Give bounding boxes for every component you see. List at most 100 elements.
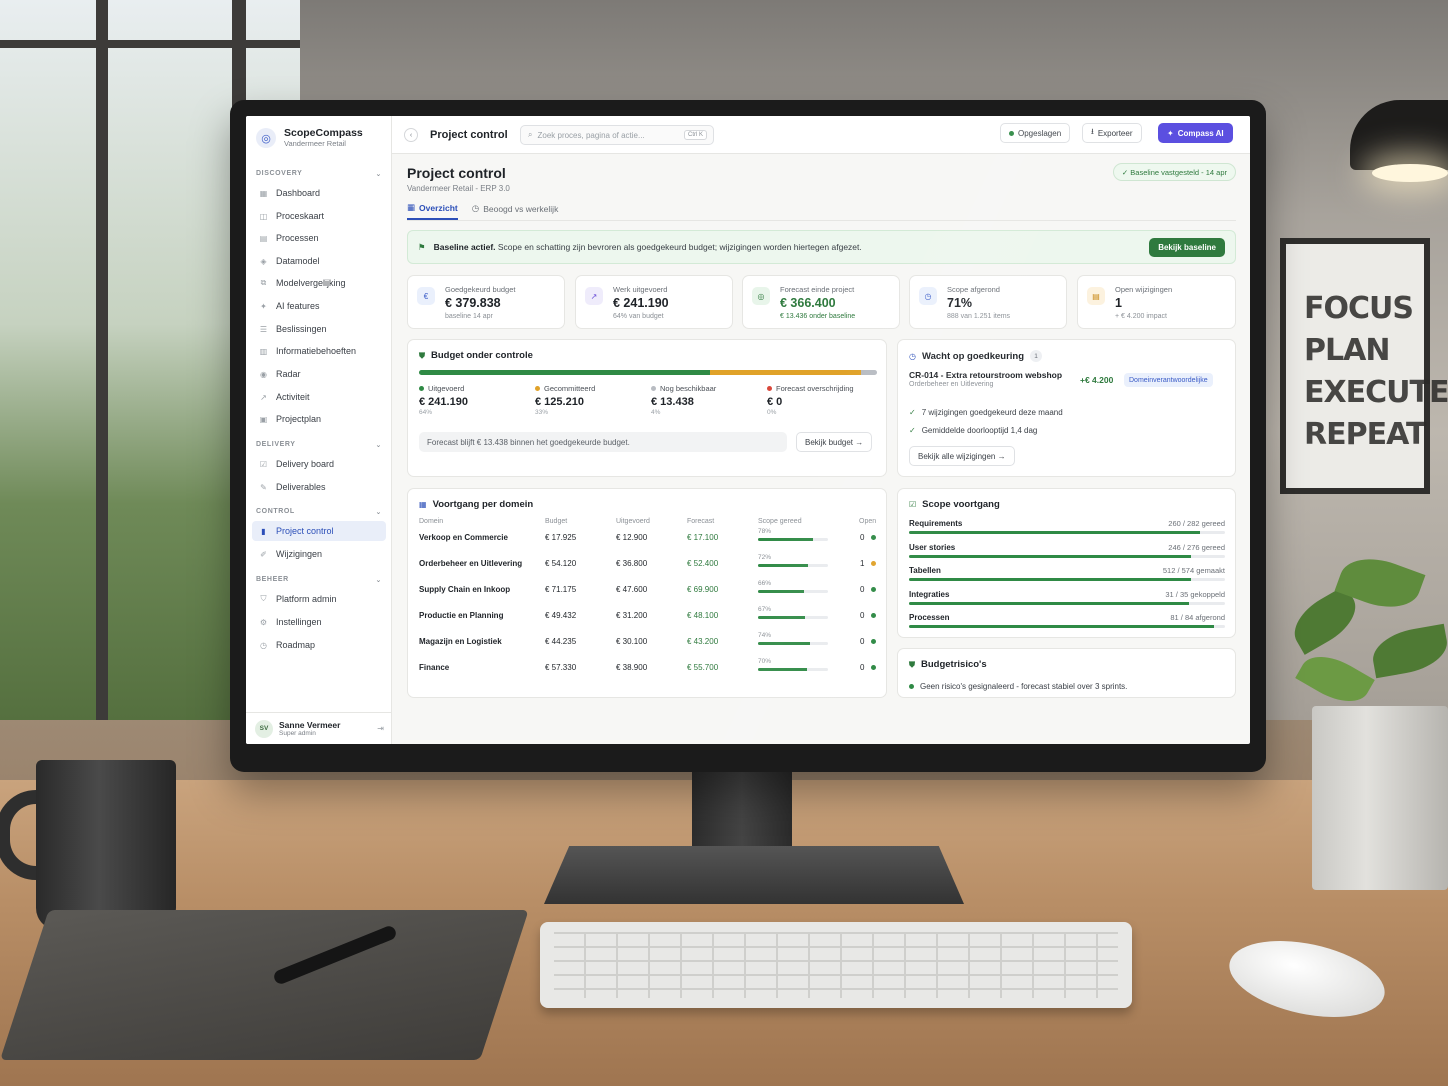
sidebar-item-instellingen[interactable]: ⚙ Instellingen	[252, 612, 386, 632]
sparkle-icon: ✦	[260, 301, 267, 311]
sidebar-item-roadmap[interactable]: ◷ Roadmap	[252, 635, 386, 655]
scope-progress-bar	[909, 601, 1225, 605]
scope-progress-bar	[909, 578, 1225, 581]
back-icon[interactable]: ‹	[404, 128, 418, 142]
keyboard	[540, 922, 1132, 1008]
sidebar-item-datamodel[interactable]: ◈ Datamodel	[252, 251, 386, 271]
logout-icon[interactable]: ⇥	[377, 724, 384, 733]
page-subtitle: Vandermeer Retail - ERP 3.0	[407, 184, 510, 193]
overview-icon: ▦	[407, 202, 416, 212]
view-budget-button[interactable]: Bekijk budget →	[796, 432, 873, 452]
target-icon: ◷	[471, 203, 480, 213]
board-icon: ☑	[259, 459, 268, 469]
scope-label: Requirements	[909, 519, 963, 528]
view-all-changes-button[interactable]: Bekijk alle wijzigingen →	[909, 446, 1015, 466]
flag-icon: ⚑	[418, 241, 426, 252]
nav-section-beheer[interactable]: BEHEER ⌄	[256, 576, 382, 584]
view-baseline-button[interactable]: Bekijk baseline	[1149, 238, 1225, 257]
sidebar-item-informatiebehoeften[interactable]: ▥ Informatiebehoeften	[252, 341, 386, 361]
budget-segment	[709, 370, 861, 375]
nav-section-control[interactable]: CONTROL ⌄	[256, 508, 382, 516]
avatar: SV	[255, 719, 273, 738]
shield-icon: ⛊	[909, 659, 915, 669]
sidebar-item-deliverables[interactable]: ✎ Deliverables	[252, 477, 386, 497]
forecast-cell: € 52.400	[687, 559, 719, 568]
budget-segment	[419, 370, 710, 375]
change-request-title[interactable]: CR-014 - Extra retourstroom webshop	[909, 370, 1062, 380]
scope-percent: 78%	[758, 528, 772, 535]
sidebar-item-projectplan[interactable]: ▣ Projectplan	[252, 409, 386, 429]
brand[interactable]: ◎ ScopeCompass Vandermeer Retail	[256, 128, 363, 148]
scope-row: Processen 81 / 84 afgerond	[909, 613, 1225, 637]
approval-card: ◷ Wacht op goedkeuring 1 CR-014 - Extra …	[897, 339, 1236, 477]
table-row[interactable]: Orderbeheer en Uitlevering € 54.120 € 36.8…	[419, 554, 877, 585]
edit-icon: ✐	[260, 549, 267, 559]
sidebar-item-proceskaart[interactable]: ◫ Proceskaart	[252, 206, 386, 226]
sidebar-item-beslissingen[interactable]: ☰ Beslissingen	[252, 319, 386, 339]
status-dot-icon	[871, 613, 876, 618]
table-row[interactable]: Magazijn en Logistiek € 44.235 € 30.100 € 4…	[419, 632, 877, 663]
user-name: Sanne Vermeer	[279, 719, 341, 730]
checkbox-icon: ☑	[909, 500, 917, 509]
sidebar-item-processen[interactable]: ▤ Processen	[252, 228, 386, 248]
domain-name: Verkoop en Commercie	[419, 533, 508, 542]
saved-status[interactable]: Opgeslagen	[1000, 123, 1071, 143]
scope-percent: 72%	[758, 554, 772, 561]
scope-label: Tabellen	[909, 566, 941, 575]
table-row[interactable]: Supply Chain en Inkoop € 71.175 € 47.600 € …	[419, 580, 877, 611]
baseline-badge: ✓ Baseline vastgesteld - 14 apr	[1112, 163, 1236, 181]
scope-count: 246 / 276 gereed	[1168, 542, 1225, 552]
motivation-poster: FOCUS PLAN EXECUTE REPEAT	[1280, 238, 1448, 494]
sidebar: ◎ ScopeCompass Vandermeer Retail DISCOVE…	[246, 116, 392, 744]
status-dot-icon	[871, 639, 876, 644]
sidebar-item-project-control[interactable]: ▮ Project control	[252, 521, 386, 541]
sidebar-item-dashboard[interactable]: ▦ Dashboard	[252, 183, 386, 203]
sidebar-item-platform-admin[interactable]: ⛉ Platform admin	[252, 589, 386, 609]
open-count: 0	[860, 611, 865, 620]
table-row[interactable]: Finance € 57.330 € 38.900 € 55.700 70% 0	[419, 658, 877, 689]
table-row[interactable]: Productie en Planning € 49.432 € 31.200 € 4…	[419, 606, 877, 637]
executed-cell: € 47.600	[616, 585, 648, 594]
scope-progress-bar	[758, 668, 828, 671]
scope-count: 512 / 574 gemaakt	[1162, 566, 1225, 575]
shortcut-badge: Ctrl K	[684, 130, 707, 140]
sidebar-item-modelvergelijking[interactable]: ⧉ Modelvergelijking	[252, 273, 386, 293]
app-name: ScopeCompass	[284, 127, 363, 139]
compass-ai-button[interactable]: ✦ Compass AI	[1158, 123, 1233, 143]
topbar: ‹ Project control ⌕ Zoek proces, pagina …	[392, 116, 1250, 154]
info-icon: ▥	[259, 346, 268, 356]
target-icon: ◎	[752, 287, 770, 305]
search-input[interactable]: ⌕ Zoek proces, pagina of actie... Ctrl K	[520, 125, 714, 145]
tab-overzicht[interactable]: ▦ Overzicht	[407, 202, 458, 220]
status-dot-icon	[871, 535, 876, 540]
download-icon: ⭳	[1091, 127, 1094, 136]
tab-beoogd-vs-werkelijk[interactable]: ◷ Beoogd vs werkelijk	[472, 202, 559, 220]
scope-row: User stories 246 / 276 gereed	[909, 543, 1225, 567]
nav-section-discovery[interactable]: DISCOVERY ⌄	[256, 170, 382, 178]
document-icon: ▤	[1087, 287, 1105, 305]
user-menu[interactable]: SV Sanne Vermeer Super admin ⇥	[246, 712, 392, 744]
domain-name: Supply Chain en Inkoop	[419, 585, 511, 594]
executed-cell: € 30.100	[616, 637, 648, 646]
nav-section-delivery[interactable]: DELIVERY ⌄	[256, 441, 382, 449]
budget-cell: € 49.432	[545, 611, 577, 620]
approver-tag: Domeinverantwoordelijke	[1124, 373, 1213, 387]
open-count: 0	[860, 663, 865, 672]
scope-progress-bar	[758, 642, 828, 645]
kpi-scope-done: ◷ Scope afgerond 71% 888 van 1.251 items	[909, 275, 1067, 329]
sidebar-item-activiteit[interactable]: ↗ Activiteit	[252, 387, 386, 407]
page-title: Project control	[407, 165, 506, 181]
domain-name: Orderbeheer en Uitlevering	[419, 559, 523, 568]
export-button[interactable]: ⭳ Exporteer	[1082, 123, 1142, 143]
executed-cell: € 36.800	[616, 559, 648, 568]
sidebar-item-delivery-board[interactable]: ☑ Delivery board	[252, 454, 386, 474]
scope-row: Integraties 31 / 35 gekoppeld	[909, 590, 1225, 614]
shield-icon: ⛊	[419, 350, 425, 360]
budget-risks-card: ⛊ Budgetrisico's Geen risico's gesignalee…	[897, 648, 1236, 698]
sidebar-item-radar[interactable]: ◉ Radar	[252, 364, 386, 384]
sidebar-item-wijzigingen[interactable]: ✐ Wijzigingen	[252, 544, 386, 564]
sidebar-item-ai-features[interactable]: ✦ AI features	[252, 296, 386, 316]
table-row[interactable]: Verkoop en Commercie € 17.925 € 12.900 € 17…	[419, 528, 877, 559]
scope-progress-bar	[758, 564, 828, 567]
plant-pot	[1312, 706, 1448, 890]
